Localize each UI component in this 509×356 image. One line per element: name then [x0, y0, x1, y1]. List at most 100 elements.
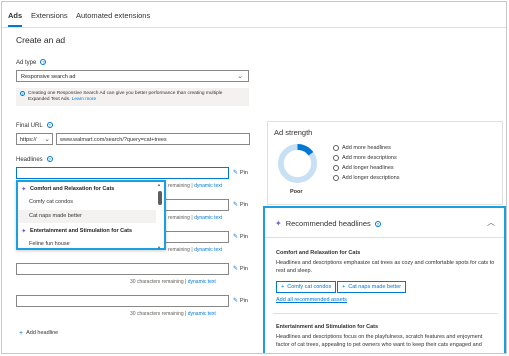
learn-more-link[interactable]: Learn more [72, 97, 97, 102]
headlines-label: Headlines? [16, 156, 53, 163]
pin-label: Pin [240, 298, 248, 304]
characters-remaining: remaining | dynamic text [168, 183, 222, 189]
characters-remaining: 30 characters remaining | dynamic text [130, 311, 216, 317]
ad-type-select[interactable]: Responsive search ad ⌄ [16, 70, 249, 82]
dynamic-text-link[interactable]: dynamic text [194, 247, 222, 253]
strength-suggestion: Add more descriptions [333, 155, 493, 163]
separator: | [191, 247, 193, 253]
dropdown-group-header: ✦ Comfort and Relaxation for Cats [18, 183, 156, 196]
remaining-text: remaining [168, 215, 190, 221]
sparkle-icon: ✦ [21, 228, 27, 235]
dynamic-text-link[interactable]: dynamic text [194, 215, 222, 221]
help-icon[interactable]: ? [40, 59, 47, 65]
plus-icon: + [19, 330, 24, 337]
headline-input-1[interactable] [16, 167, 229, 179]
dropdown-option[interactable]: Cat naps made better [18, 210, 156, 223]
pin-button[interactable]: ✎ Pin [233, 233, 248, 240]
headline-input-4[interactable] [16, 263, 229, 275]
recommended-headlines-card: ✦ Recommended headlines? ︿ Comfort and Re… [263, 206, 506, 353]
pin-button[interactable]: ✎ Pin [233, 201, 248, 208]
final-url-label: Final URL? [16, 122, 53, 129]
dropdown-group-header: ✦ Entertainment and Stimulation for Cats [18, 225, 156, 238]
add-headline-chip[interactable]: + Cat naps made better [337, 281, 407, 293]
recommendation-group-description: Headlines and descriptions emphasize cat… [276, 260, 496, 275]
recommendation-group-description: Headlines and descriptions focus on the … [276, 334, 496, 349]
add-headline-button[interactable]: + Add headline [19, 330, 58, 337]
tab-extensions[interactable]: Extensions [31, 11, 68, 20]
add-all-recommended-link[interactable]: Add all recommended assets [276, 297, 347, 303]
ad-type-value: Responsive search ad [21, 73, 76, 80]
sparkle-icon: ✦ [275, 219, 282, 228]
chip-label: Comfy cat condos [287, 284, 332, 290]
ad-strength-rating: Poor [290, 189, 303, 195]
strength-suggestion: Add more headlines [333, 145, 493, 153]
option-label: Cat naps made better [29, 213, 82, 219]
ad-strength-card: Ad strength Poor Add more headlines Add … [267, 121, 503, 205]
ad-type-info-text: Creating one Responsive Search Ad can gi… [28, 91, 243, 102]
tab-ads[interactable]: Ads [8, 11, 22, 20]
description-line: factor of cat trees, appealing to pet ow… [276, 341, 482, 348]
remaining-text: remaining [168, 183, 190, 189]
plus-icon: + [342, 284, 346, 290]
add-headline-chip[interactable]: + Comfy cat condos [276, 281, 337, 293]
chevron-up-icon[interactable]: ︿ [487, 217, 495, 228]
dynamic-text-link[interactable]: dynamic text [188, 311, 216, 317]
info-icon: i [20, 91, 25, 96]
strength-suggestion: Add longer descriptions [333, 175, 493, 183]
headlines-label-text: Headlines [16, 157, 43, 163]
suggestion-text: Add longer headlines [342, 165, 394, 171]
pin-label: Pin [240, 266, 248, 272]
dropdown-option[interactable]: Feline fun house [18, 238, 156, 251]
pin-label: Pin [240, 234, 248, 240]
suggestion-text: Add longer descriptions [342, 175, 400, 181]
page-title: Create an ad [16, 35, 66, 45]
final-url-input[interactable]: www.walmart.com/search/?query=cat+trees [56, 133, 250, 145]
ad-type-label-text: Ad type [16, 60, 37, 66]
dropdown-scrollbar[interactable]: ▲ ▼ [157, 182, 162, 250]
dropdown-option[interactable]: Comfy cat condos [18, 196, 156, 209]
description-line: Headlines and descriptions emphasize cat… [276, 260, 495, 266]
recommended-headlines-header: ✦ Recommended headlines? [275, 219, 381, 228]
pin-button[interactable]: ✎ Pin [233, 297, 248, 304]
tab-bar: Ads Extensions Automated extensions [2, 2, 506, 28]
option-label: Feline fun house [29, 241, 70, 247]
help-icon[interactable]: ? [374, 221, 381, 227]
chevron-down-icon: ⌄ [237, 73, 243, 80]
remaining-text: 30 characters remaining [130, 279, 184, 285]
radio-circle-icon [333, 175, 339, 181]
final-url-value: www.walmart.com/search/?query=cat+trees [60, 136, 167, 143]
pin-button[interactable]: ✎ Pin [233, 169, 248, 176]
recommended-headlines-title: Recommended headlines [285, 219, 371, 228]
pin-label: Pin [240, 170, 248, 176]
divider [273, 313, 498, 314]
characters-remaining: 30 characters remaining | dynamic text [130, 279, 216, 285]
add-headline-label: Add headline [26, 330, 59, 336]
headline-input-5[interactable] [16, 295, 229, 307]
ad-type-label: Ad type? [16, 59, 47, 66]
help-icon[interactable]: ? [46, 122, 53, 128]
pin-icon: ✎ [233, 266, 239, 272]
chevron-down-icon: ⌄ [44, 136, 50, 143]
suggestion-text: Add more headlines [342, 145, 391, 151]
separator: | [185, 311, 187, 317]
active-tab-indicator [8, 25, 22, 27]
dynamic-text-link[interactable]: dynamic text [188, 279, 216, 285]
radio-circle-icon [333, 165, 339, 171]
characters-remaining: remaining | dynamic text [168, 215, 222, 221]
dynamic-text-link[interactable]: dynamic text [194, 183, 222, 189]
ad-type-info-body: Creating one Responsive Search Ad can gi… [28, 91, 223, 102]
separator: | [191, 183, 193, 189]
recommendation-group-title: Comfort and Relaxation for Cats [276, 250, 361, 256]
tab-automated-extensions[interactable]: Automated extensions [76, 11, 150, 20]
radio-circle-icon [333, 145, 339, 151]
scrollbar-thumb[interactable] [158, 191, 162, 205]
scroll-up-icon[interactable]: ▲ [157, 182, 161, 187]
url-protocol-select[interactable]: https:// ⌄ [16, 133, 53, 145]
headline-suggestions-dropdown: ✦ Comfort and Relaxation for Cats Comfy … [16, 180, 166, 250]
help-icon[interactable]: ? [46, 156, 53, 162]
chip-label: Cat naps made better [348, 284, 402, 290]
pin-button[interactable]: ✎ Pin [233, 265, 248, 272]
description-line: Headlines and descriptions focus on the … [276, 334, 483, 340]
scroll-down-icon[interactable]: ▼ [157, 245, 161, 250]
divider [265, 237, 504, 238]
